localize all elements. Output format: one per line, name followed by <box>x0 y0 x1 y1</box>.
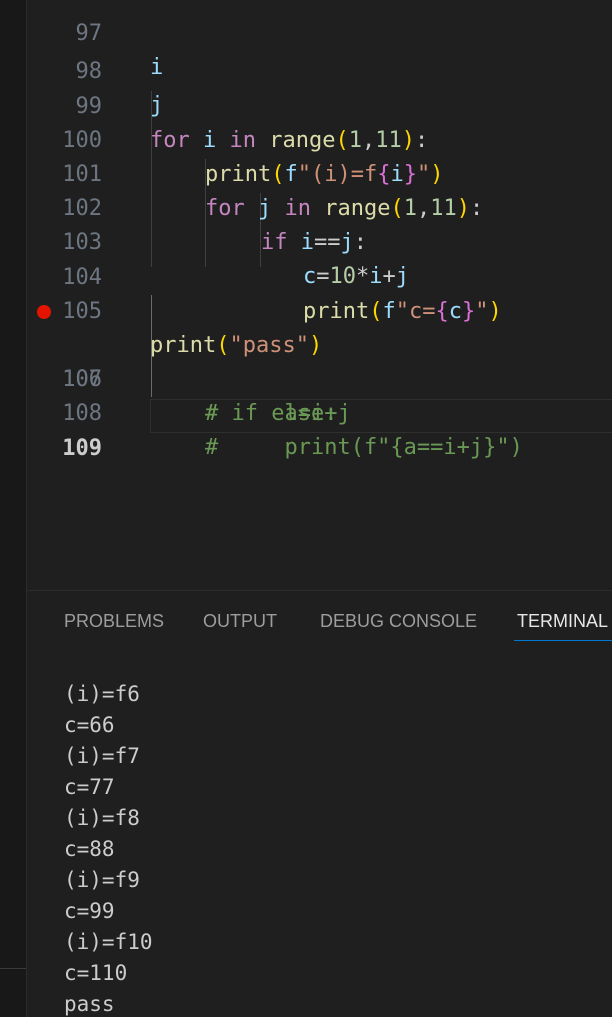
tab-debug-console[interactable]: DEBUG CONSOLE <box>320 611 477 632</box>
code-text: # print(f"{a==i+j}") <box>205 435 523 460</box>
active-tab-indicator <box>514 640 612 641</box>
terminal-line: (i)=f10 <box>64 930 153 954</box>
line-number: 109 <box>62 436 102 461</box>
terminal-line: pass <box>64 992 115 1016</box>
tab-problems[interactable]: PROBLEMS <box>64 611 164 632</box>
terminal-line: (i)=f9 <box>64 868 140 892</box>
terminal-line: (i)=f7 <box>64 744 140 768</box>
terminal-line: c=88 <box>64 837 115 861</box>
terminal-line: (i)=f6 <box>64 682 140 706</box>
code-line: 98 j <box>27 21 612 118</box>
terminal-line: c=66 <box>64 713 115 737</box>
code-line: 103 c=10*i+j <box>27 192 612 289</box>
code-line: 102 if i==j: <box>27 158 612 255</box>
tab-terminal[interactable]: TERMINAL <box>517 611 608 632</box>
code-line: 101 for j in range(1,11): <box>27 124 612 221</box>
code-line: 97 i <box>27 0 612 80</box>
terminal-line: c=99 <box>64 899 115 923</box>
activity-bar-divider <box>0 968 26 969</box>
breakpoint-icon[interactable] <box>37 305 51 319</box>
bottom-panel: PROBLEMS OUTPUT DEBUG CONSOLE TERMINAL (… <box>27 590 612 1017</box>
code-line: 104 print(f"c={c}") <box>27 227 612 324</box>
terminal-line: c=77 <box>64 775 115 799</box>
code-line: 105 print("pass") <box>27 261 612 358</box>
tab-output[interactable]: OUTPUT <box>203 611 277 632</box>
code-line: 106 # if else: <box>27 295 612 426</box>
panel-tabs: PROBLEMS OUTPUT DEBUG CONSOLE TERMINAL <box>27 591 612 651</box>
code-line: 100 print(f"(i)=f{i}") <box>27 90 612 187</box>
code-line: 107 # a=i+j <box>27 329 612 426</box>
code-line[interactable]: 109 <box>27 398 612 461</box>
terminal-line: (i)=f8 <box>64 806 140 830</box>
code-line: 99 for i in range(1,11): <box>27 56 612 153</box>
code-line: 108 # print(f"{a==i+j}") <box>27 363 612 460</box>
activity-bar-edge <box>0 0 27 1017</box>
code-editor[interactable]: 97 i 98 j 99 for i in range(1,11): 100 p… <box>27 0 612 590</box>
terminal-line: c=110 <box>64 961 128 985</box>
